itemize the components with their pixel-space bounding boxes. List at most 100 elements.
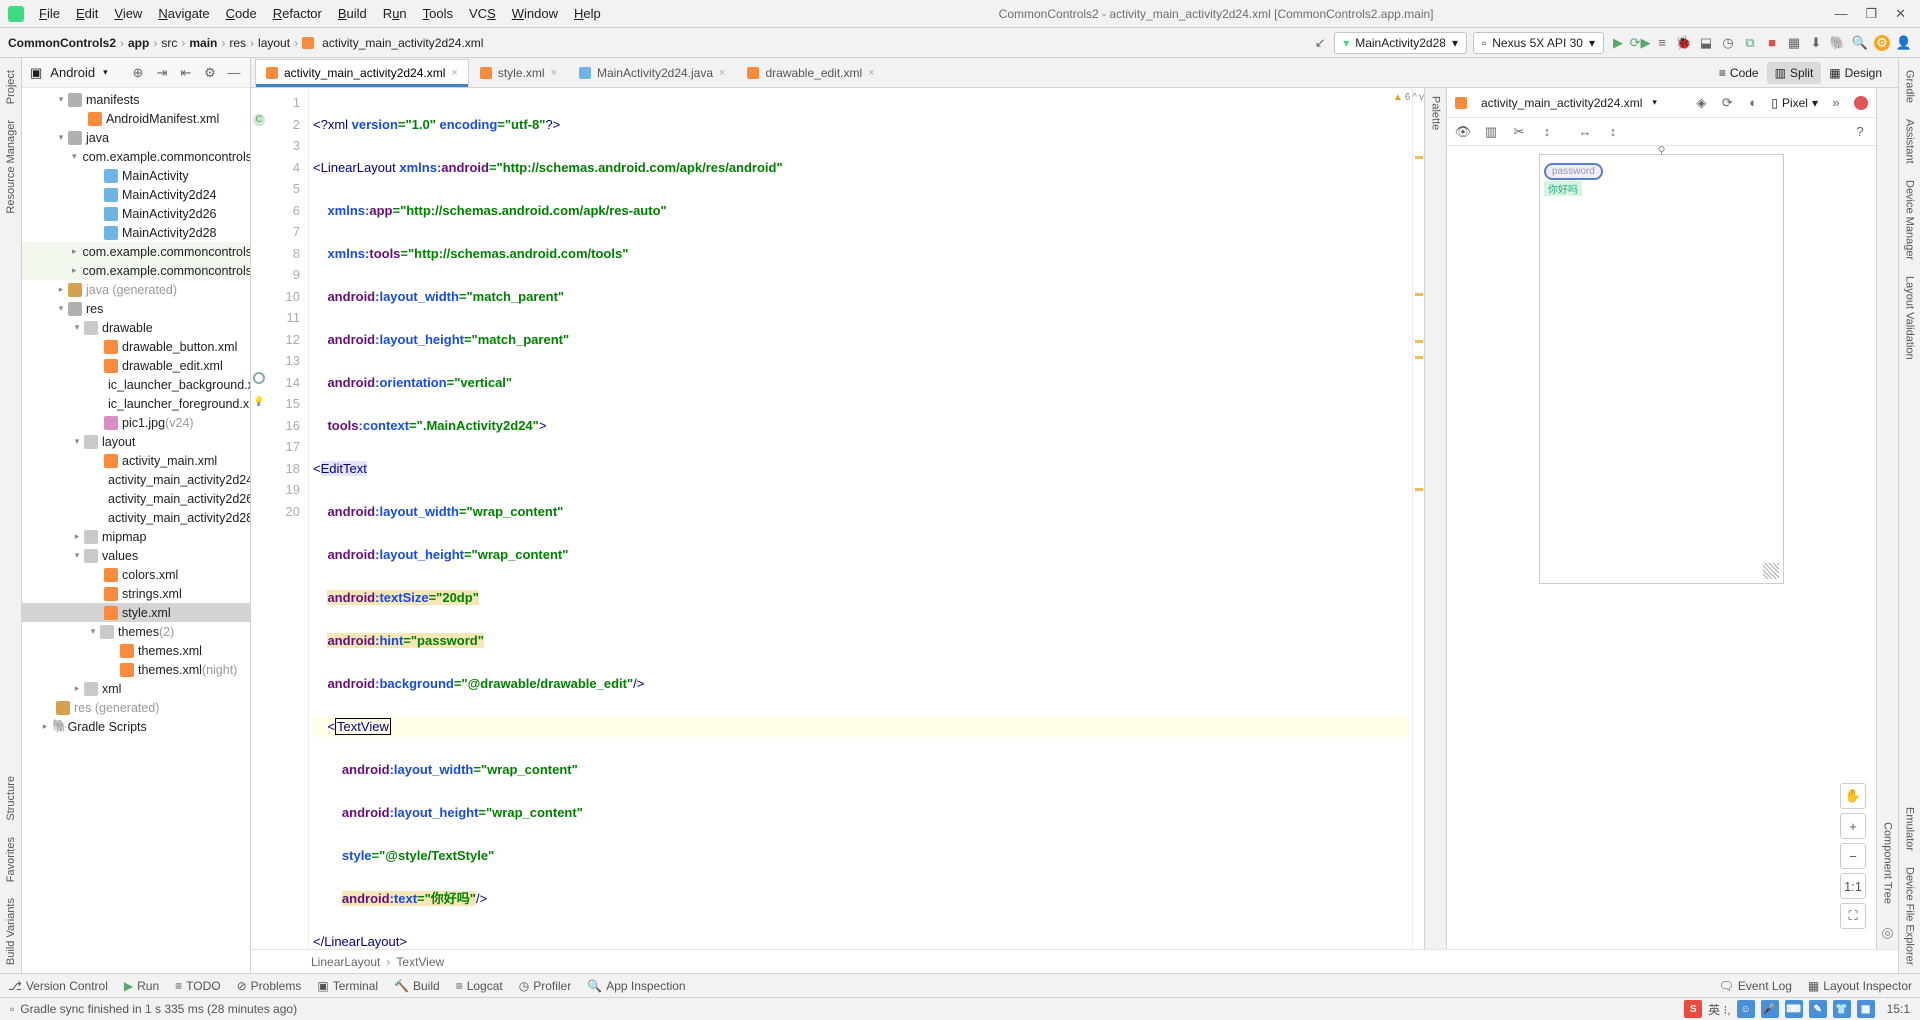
zoom-reset-button[interactable]: ⛶ bbox=[1840, 903, 1866, 929]
menu-edit[interactable]: Edit bbox=[69, 3, 105, 24]
maximize-icon[interactable]: ❐ bbox=[1865, 6, 1877, 22]
avd-icon[interactable]: ▦ bbox=[1786, 35, 1802, 51]
code-editor[interactable]: C 💡 12345 678910 1112131415 1617181920 <… bbox=[251, 88, 1424, 949]
assistant-tool-button[interactable]: Assistant bbox=[1902, 111, 1918, 172]
ime-keyboard-icon[interactable]: ⌨ bbox=[1785, 1000, 1803, 1018]
blueprint-icon[interactable]: ▥ bbox=[1483, 124, 1499, 140]
error-stripe[interactable]: ▲6 ^ v bbox=[1412, 88, 1424, 949]
attach-debugger-icon[interactable]: ⧉ bbox=[1742, 35, 1758, 51]
project-view-combo[interactable]: Android bbox=[50, 65, 95, 80]
more-icon[interactable]: » bbox=[1828, 95, 1844, 111]
logcat-button[interactable]: ≡ Logcat bbox=[456, 979, 503, 993]
build-variants-tool-button[interactable]: Build Variants bbox=[3, 890, 19, 973]
breadcrumb-item[interactable]: LinearLayout bbox=[311, 955, 380, 969]
sync-gradle-icon[interactable]: 🐘 bbox=[1830, 35, 1846, 51]
settings-icon[interactable]: ⚙ bbox=[1874, 35, 1890, 51]
palette-rail[interactable]: Palette bbox=[1424, 88, 1446, 949]
target-icon[interactable]: ◎ bbox=[1881, 924, 1893, 941]
warning-badge-icon[interactable] bbox=[1854, 96, 1868, 110]
breadcrumb-item[interactable]: CommonControls2 bbox=[8, 36, 116, 50]
pan-button[interactable]: ✋ bbox=[1840, 783, 1866, 809]
bulb-gutter-icon[interactable]: 💡 bbox=[253, 396, 265, 408]
class-gutter-icon[interactable]: C bbox=[253, 114, 265, 126]
close-icon[interactable]: × bbox=[451, 67, 457, 79]
menu-code[interactable]: Code bbox=[219, 3, 264, 24]
code-view-button[interactable]: ≡ Code bbox=[1711, 62, 1767, 84]
sync-icon[interactable]: ↙ bbox=[1312, 35, 1328, 51]
breadcrumb-item[interactable]: app bbox=[128, 36, 149, 50]
build-button[interactable]: 🔨 Build bbox=[394, 979, 440, 993]
tab[interactable]: drawable_edit.xml× bbox=[736, 59, 885, 87]
problems-button[interactable]: ⊘ Problems bbox=[237, 979, 302, 993]
menu-file[interactable]: File bbox=[32, 3, 67, 24]
menu-refactor[interactable]: Refactor bbox=[266, 3, 329, 24]
hide-icon[interactable]: — bbox=[226, 65, 242, 81]
ime-grid-icon[interactable]: ▦ bbox=[1857, 1000, 1875, 1018]
v-expand-icon[interactable]: ↕ bbox=[1605, 124, 1621, 140]
minimize-icon[interactable]: — bbox=[1834, 6, 1847, 22]
surface-icon[interactable]: ◈ bbox=[1693, 95, 1709, 111]
close-icon[interactable]: ✕ bbox=[1895, 6, 1906, 22]
tab[interactable]: MainActivity2d24.java× bbox=[568, 59, 737, 87]
run-tool-button[interactable]: ▶ Run bbox=[124, 979, 159, 993]
resize-handle-icon[interactable] bbox=[1763, 563, 1779, 579]
pan-icon[interactable]: ↕ bbox=[1539, 124, 1555, 140]
structure-icon[interactable]: ≡ bbox=[1654, 35, 1670, 51]
terminal-button[interactable]: ▣ Terminal bbox=[317, 979, 378, 993]
ime-sogou-icon[interactable]: S bbox=[1684, 1000, 1702, 1018]
app-inspection-button[interactable]: 🔍 App Inspection bbox=[587, 979, 685, 993]
structure-tool-button[interactable]: Structure bbox=[3, 768, 19, 829]
gear-icon[interactable]: ⚙ bbox=[202, 65, 218, 81]
design-view-button[interactable]: ▦ Design bbox=[1821, 62, 1890, 84]
device-manager-tool-button[interactable]: Device Manager bbox=[1902, 172, 1918, 268]
menu-run[interactable]: Run bbox=[376, 3, 414, 24]
ime-mic-icon[interactable]: 🎤 bbox=[1761, 1000, 1779, 1018]
collapse-icon[interactable]: ⇤ bbox=[178, 65, 194, 81]
ime-tool-icon[interactable]: ✎ bbox=[1809, 1000, 1827, 1018]
expand-icon[interactable]: ⇥ bbox=[154, 65, 170, 81]
menu-window[interactable]: Window bbox=[505, 3, 565, 24]
ime-lang-label[interactable]: 英 ⁝, bbox=[1708, 1001, 1730, 1018]
project-tree[interactable]: ▾manifests AndroidManifest.xml ▾java ▾co… bbox=[22, 88, 250, 973]
zoom-mode-icon[interactable]: ✂ bbox=[1511, 124, 1527, 140]
run-config-combo[interactable]: ▾MainActivity2d28▾ bbox=[1334, 32, 1467, 54]
device-file-explorer-tool-button[interactable]: Device File Explorer bbox=[1902, 859, 1918, 973]
profiler-button[interactable]: ◷ Profiler bbox=[519, 979, 572, 993]
run-icon[interactable]: ▶ bbox=[1610, 35, 1626, 51]
breadcrumb-item[interactable]: src bbox=[161, 36, 177, 50]
component-tree-rail[interactable]: Component Tree ◎ bbox=[1876, 88, 1898, 949]
breakpoint-gutter-icon[interactable] bbox=[253, 372, 265, 384]
tab-active[interactable]: activity_main_activity2d24.xml× bbox=[255, 59, 469, 87]
breadcrumb-item[interactable]: res bbox=[229, 36, 246, 50]
h-expand-icon[interactable]: ↔ bbox=[1577, 124, 1593, 140]
layout-inspector-button[interactable]: ▦ Layout Inspector bbox=[1808, 979, 1912, 993]
ime-face-icon[interactable]: ☺ bbox=[1737, 1000, 1755, 1018]
code-content[interactable]: <?xml version="1.0" encoding="utf-8"?> <… bbox=[309, 88, 1412, 949]
menu-build[interactable]: Build bbox=[331, 3, 374, 24]
tab[interactable]: style.xml× bbox=[469, 59, 568, 87]
menu-vcs[interactable]: VCS bbox=[462, 3, 503, 24]
design-file-label[interactable]: activity_main_activity2d24.xml bbox=[1481, 96, 1642, 110]
breadcrumb-item[interactable]: activity_main_activity2d24.xml bbox=[322, 36, 483, 50]
favorites-tool-button[interactable]: Favorites bbox=[3, 829, 19, 890]
breadcrumb-item[interactable]: main bbox=[189, 36, 217, 50]
night-icon[interactable]: ◐ bbox=[1745, 95, 1761, 111]
device-preview[interactable]: password 你好吗 bbox=[1539, 154, 1784, 584]
project-tool-button[interactable]: Project bbox=[3, 62, 19, 112]
close-icon[interactable]: × bbox=[719, 67, 725, 79]
emulator-tool-button[interactable]: Emulator bbox=[1902, 799, 1918, 859]
search-icon[interactable]: 🔍 bbox=[1852, 35, 1868, 51]
sdk-icon[interactable]: ⬇ bbox=[1808, 35, 1824, 51]
layout-validation-tool-button[interactable]: Layout Validation bbox=[1902, 268, 1918, 368]
design-canvas[interactable]: ⚲ password 你好吗 ✋ + − 1:1 ⛶ bbox=[1447, 146, 1876, 949]
ime-skin-icon[interactable]: 👕 bbox=[1833, 1000, 1851, 1018]
coverage-icon[interactable]: ⬓ bbox=[1698, 35, 1714, 51]
menu-help[interactable]: Help bbox=[567, 3, 608, 24]
gradle-tool-button[interactable]: Gradle bbox=[1902, 62, 1918, 111]
device-combo[interactable]: ▫Nexus 5X API 30▾ bbox=[1473, 32, 1604, 54]
zoom-fit-button[interactable]: 1:1 bbox=[1840, 873, 1866, 899]
breadcrumb-item[interactable]: layout bbox=[258, 36, 290, 50]
help-icon[interactable]: ? bbox=[1852, 124, 1868, 140]
menu-navigate[interactable]: Navigate bbox=[151, 3, 216, 24]
menu-tools[interactable]: Tools bbox=[416, 3, 460, 24]
